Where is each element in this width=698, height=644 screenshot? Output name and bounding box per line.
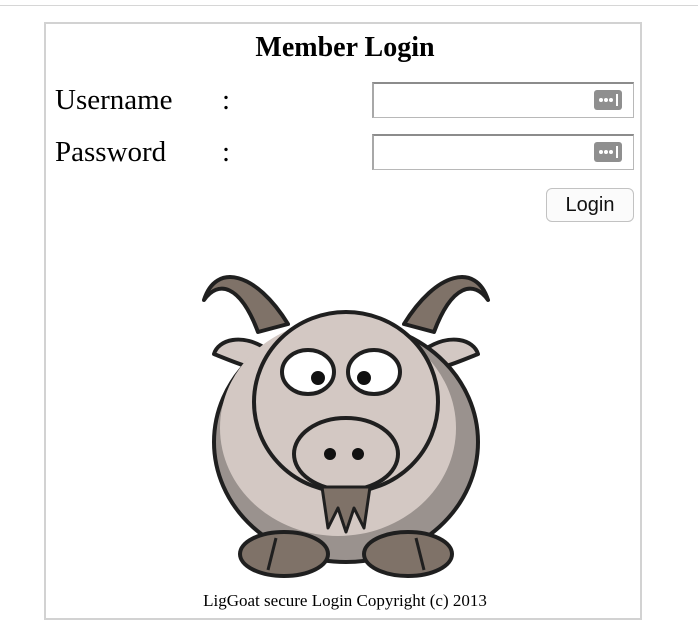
username-label: Username: [55, 84, 173, 116]
top-divider: [0, 5, 698, 6]
password-manager-icon[interactable]: [594, 142, 622, 162]
copyright-footer: LigGoat secure Login Copyright (c) 2013: [203, 591, 487, 610]
goat-mascot-icon: [202, 275, 490, 578]
username-colon: :: [222, 84, 231, 116]
page-title: Member Login: [255, 32, 435, 63]
password-label: Password: [55, 136, 167, 168]
login-panel: Member Login Username : Password : Login: [44, 22, 642, 620]
password-colon: :: [222, 136, 231, 168]
password-manager-icon[interactable]: [594, 90, 622, 110]
login-button[interactable]: Login: [546, 188, 634, 222]
